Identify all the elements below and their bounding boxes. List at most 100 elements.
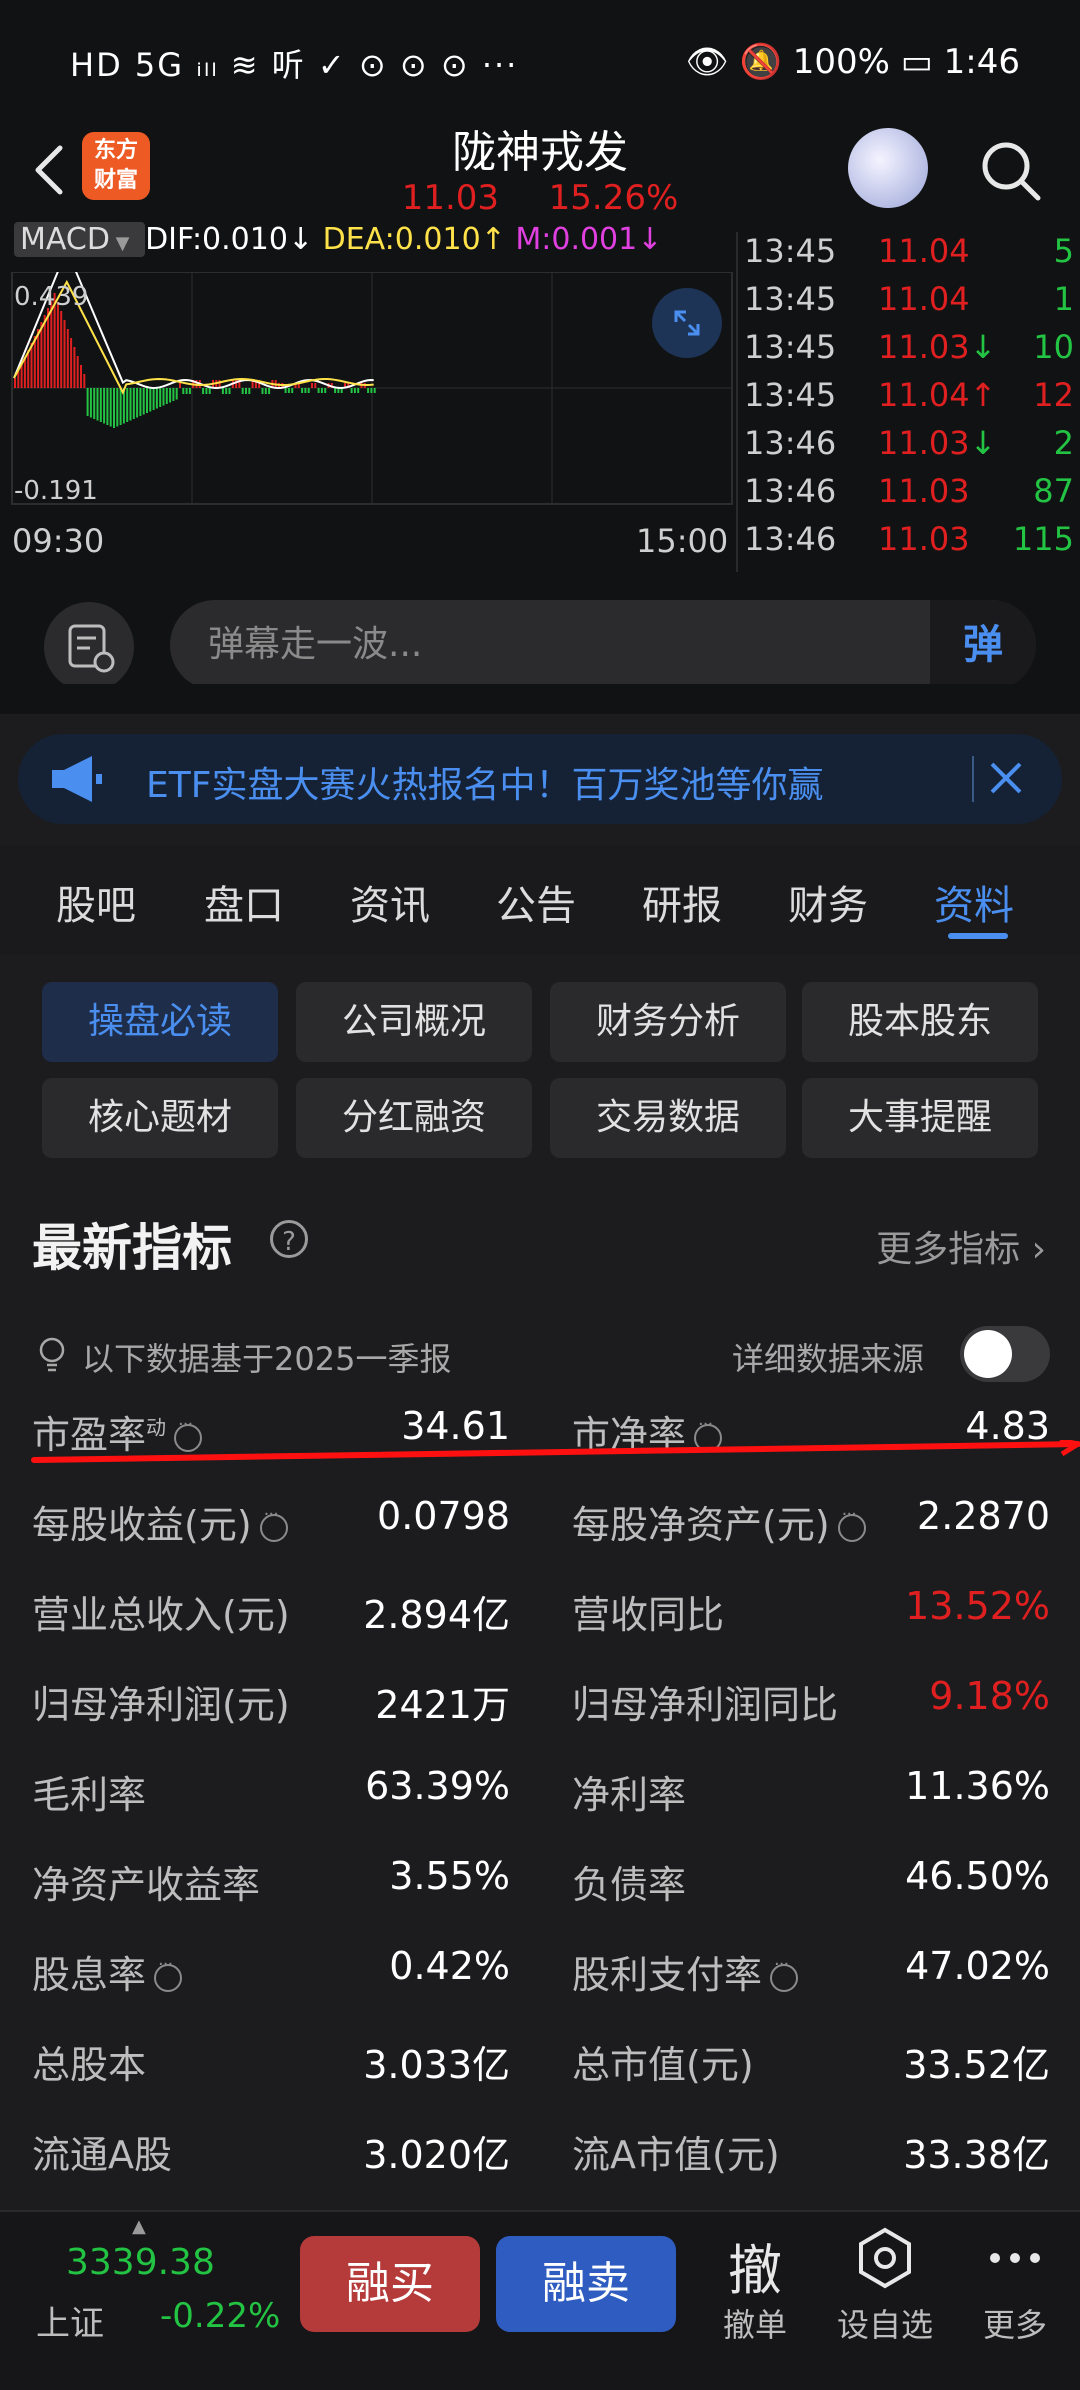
- metric-label-total-shares: 总股本: [32, 2043, 147, 2087]
- promo-banner[interactable]: ETF实盘大赛火热报名中！百万奖池等你赢: [18, 734, 1062, 824]
- tick-row: 13:46 11.03 87: [744, 472, 1074, 520]
- macd-bar: [23, 357, 26, 388]
- metric-value-market-cap: 33.52亿: [903, 2043, 1050, 2087]
- tick-price: 11.04: [878, 376, 970, 414]
- danmu-settings-icon[interactable]: [44, 602, 134, 692]
- expand-chart-icon[interactable]: [652, 288, 722, 358]
- macd-bar: [245, 388, 247, 394]
- macd-bar: [86, 388, 89, 416]
- macd-bar: [261, 388, 264, 394]
- macd-bar: [139, 388, 142, 416]
- tick-time: 13:45: [744, 376, 837, 414]
- macd-bar: [33, 336, 36, 388]
- status-right-icons: 👁 🔕 100% ▭ 1:46: [685, 42, 1020, 82]
- help-icon[interactable]: ?: [270, 1220, 308, 1258]
- indicator-select[interactable]: MACD ▼: [14, 222, 146, 257]
- sub-tab-shareholders[interactable]: 股本股东: [802, 982, 1038, 1062]
- macd-bar: [40, 322, 43, 388]
- macd-bar: [142, 388, 145, 415]
- info-icon[interactable]: [154, 1954, 183, 1992]
- metric-label-net-profit: 归母净利润(元): [32, 1683, 290, 1727]
- tab-research[interactable]: 研报: [642, 873, 722, 931]
- add-watchlist-button[interactable]: 设自选: [830, 2226, 940, 2346]
- metric-value-revenue: 2.894亿: [363, 1593, 510, 1637]
- metric-value-gross-margin: 63.39%: [365, 1764, 510, 1808]
- more-metrics-link[interactable]: 更多指标 ›: [876, 1220, 1046, 1272]
- tick-time: 13:45: [744, 328, 837, 366]
- dea-value: DEA:0.010: [322, 222, 481, 257]
- cancel-order-button[interactable]: 撤 撤单: [700, 2226, 810, 2346]
- metric-label-text: 每股收益(元): [32, 1503, 252, 1547]
- tick-volume: 10: [1033, 328, 1074, 366]
- sub-tab-events[interactable]: 大事提醒: [802, 1078, 1038, 1158]
- macd-bar: [241, 388, 244, 394]
- indicator-name: MACD: [20, 222, 110, 257]
- metric-label-payout-ratio[interactable]: 股利支付率: [572, 1944, 799, 1999]
- macd-bar: [268, 388, 271, 394]
- time-start-label: 09:30: [12, 522, 105, 560]
- macd-bar: [129, 388, 132, 421]
- tick-time: 13:46: [744, 520, 837, 558]
- data-source-toggle[interactable]: [960, 1326, 1050, 1382]
- macd-bar: [159, 388, 162, 407]
- danmu-send-button[interactable]: 弹: [930, 600, 1036, 690]
- macd-bar: [301, 388, 304, 393]
- metric-value-float-cap: 33.38亿: [903, 2133, 1050, 2177]
- close-icon[interactable]: [976, 748, 1036, 808]
- info-icon[interactable]: [770, 1954, 799, 1992]
- sub-tab-core-themes[interactable]: 核心题材: [42, 1078, 278, 1158]
- metric-value-bvps: 2.2870: [917, 1494, 1050, 1538]
- danmu-bar: 弹幕走一波... 弹: [0, 572, 1080, 692]
- search-icon[interactable]: [978, 138, 1044, 204]
- macd-bar: [60, 311, 63, 388]
- tick-arrow: ↑: [969, 376, 997, 414]
- tab-profile[interactable]: 资料: [934, 873, 1014, 931]
- metric-label-dividend-yield[interactable]: 股息率: [32, 1944, 183, 1999]
- metric-label-text: 每股净资产(元): [572, 1503, 830, 1547]
- sub-tab-dividends[interactable]: 分红融资: [296, 1078, 532, 1158]
- macd-bar: [287, 388, 290, 393]
- index-value[interactable]: 3339.38: [66, 2242, 215, 2283]
- macd-bar: [63, 320, 66, 388]
- tab-guba[interactable]: 股吧: [56, 873, 136, 931]
- macd-bar: [89, 388, 92, 418]
- tab-announcement[interactable]: 公告: [496, 873, 576, 931]
- margin-sell-button[interactable]: 融卖: [496, 2236, 676, 2332]
- metric-label-bvps[interactable]: 每股净资产(元): [572, 1494, 866, 1549]
- assistant-robot-icon[interactable]: [848, 128, 928, 208]
- macd-bar: [103, 388, 106, 424]
- macd-bar: [106, 388, 109, 425]
- macd-bar: [320, 388, 323, 393]
- sub-tab-financial-analysis[interactable]: 财务分析: [550, 982, 786, 1062]
- tab-news[interactable]: 资讯: [350, 873, 430, 931]
- macd-bar: [30, 343, 33, 388]
- macd-bar: [324, 388, 327, 393]
- more-button[interactable]: 更多: [960, 2226, 1070, 2346]
- lightbulb-icon: [39, 1337, 65, 1372]
- tab-pankou[interactable]: 盘口: [204, 873, 284, 931]
- tick-list[interactable]: 13:45 11.04 5 13:45 11.04 1 13:45 11.03↓…: [736, 232, 1080, 572]
- caret-up-icon: ▲: [132, 2216, 146, 2237]
- sub-tab-must-read[interactable]: 操盘必读: [42, 982, 278, 1062]
- macd-bar: [205, 388, 208, 394]
- metric-label-net-profit-yoy: 归母净利润同比: [572, 1683, 839, 1727]
- macd-bar: [119, 388, 122, 425]
- margin-buy-button[interactable]: 融买: [300, 2236, 480, 2332]
- tick-price: 11.04: [878, 280, 970, 318]
- macd-legend: MACD ▼ DIF:0.010↓ DEA:0.010↑ M:0.001↓: [14, 222, 662, 257]
- macd-bar: [353, 388, 356, 393]
- status-left-icons: HD 5G ᵢₗₗ ≋ 听 ✓ ⊙ ⊙ ⊙ ···: [70, 46, 519, 84]
- tick-arrow: ↓: [969, 328, 997, 366]
- macd-bar: [20, 364, 23, 388]
- tab-finance[interactable]: 财务: [788, 873, 868, 931]
- macd-bar: [47, 308, 49, 388]
- metric-label-eps[interactable]: 每股收益(元): [32, 1494, 288, 1549]
- sub-tab-company-overview[interactable]: 公司概况: [296, 982, 532, 1062]
- more-dots-icon: [960, 2226, 1070, 2290]
- danmu-input[interactable]: 弹幕走一波... 弹: [170, 600, 1036, 690]
- sub-tab-trading-data[interactable]: 交易数据: [550, 1078, 786, 1158]
- info-icon[interactable]: [259, 1504, 288, 1542]
- tick-volume: 1: [1053, 280, 1074, 318]
- tick-row: 13:45 11.04 1: [744, 280, 1074, 328]
- tick-time: 13:46: [744, 472, 837, 510]
